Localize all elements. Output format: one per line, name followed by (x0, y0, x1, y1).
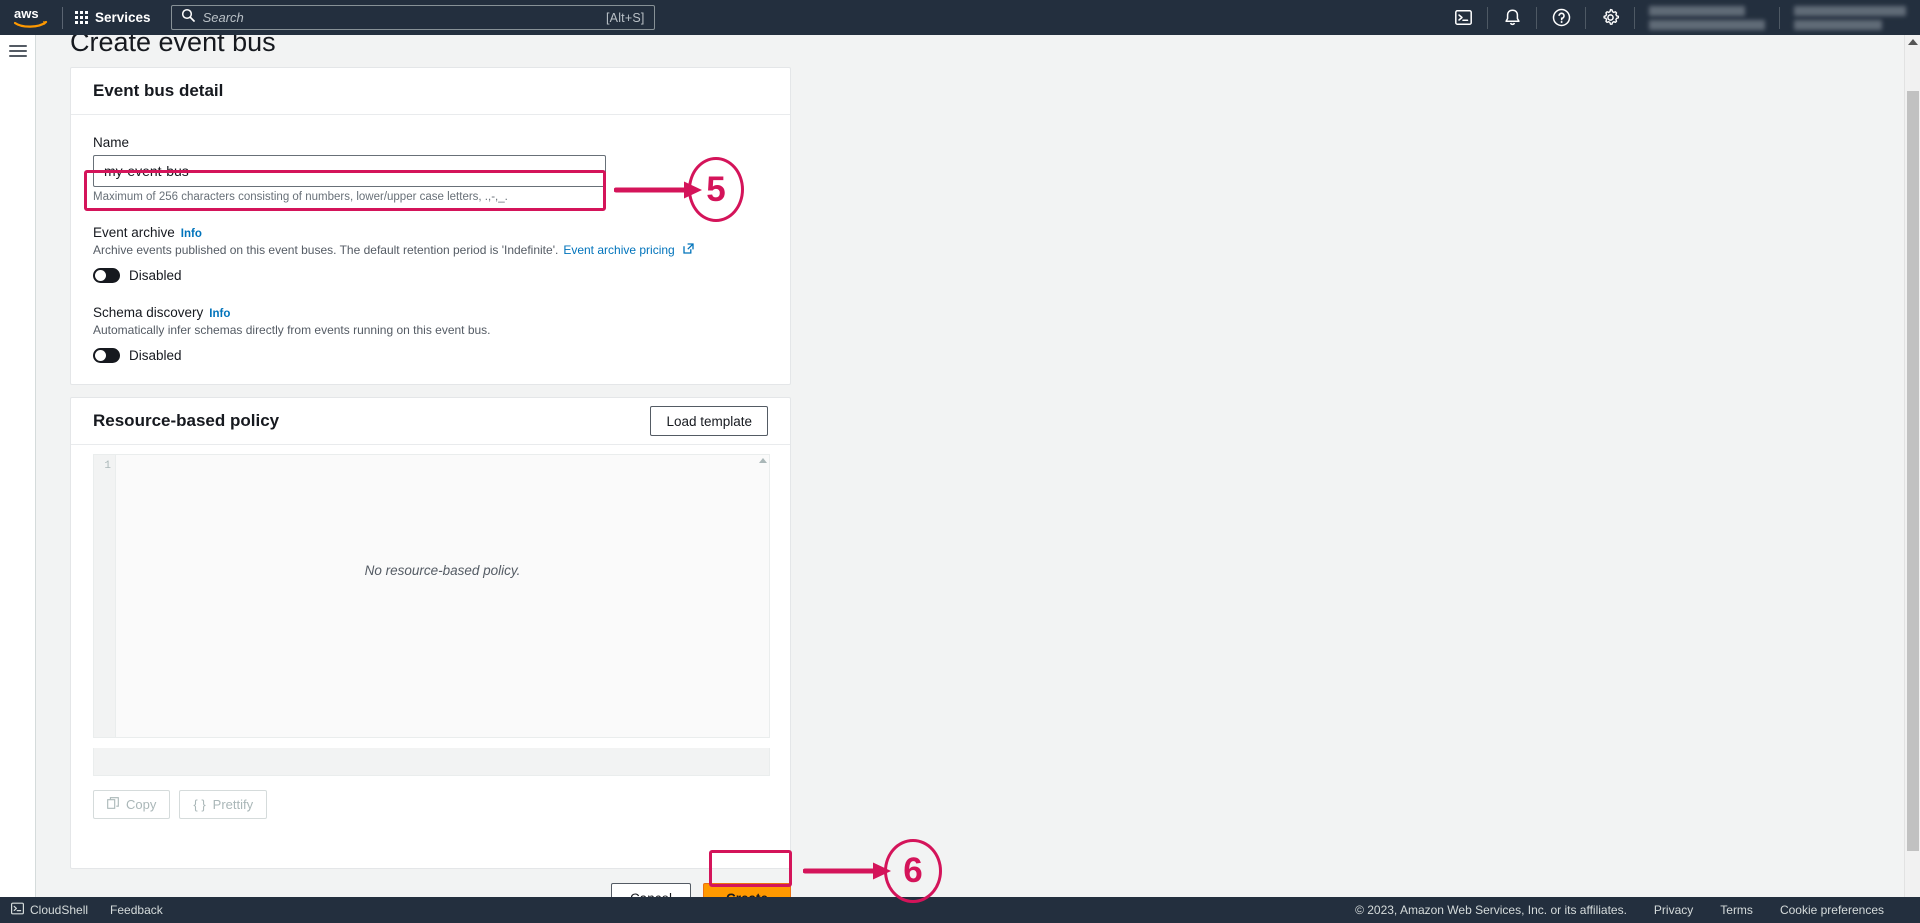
services-menu-button[interactable]: Services (63, 0, 163, 35)
card-title: Event bus detail (93, 81, 224, 100)
main-content-area: Create event bus Event bus detail Name M… (36, 35, 1920, 923)
event-archive-description-text: Archive events published on this event b… (93, 243, 559, 257)
event-archive-pricing-link[interactable]: Event archive pricing (563, 243, 674, 257)
prettify-button[interactable]: { } Prettify (179, 790, 268, 819)
schema-discovery-label: Schema discovery (93, 305, 204, 320)
gutter-line-number: 1 (104, 460, 111, 472)
scrollbar-thumb[interactable] (1907, 91, 1919, 851)
svg-text:aws: aws (14, 7, 39, 21)
search-shortcut-hint: [Alt+S] (605, 10, 645, 25)
top-navigation-bar: aws Services [Alt+S] (0, 0, 1920, 35)
card-body: Name Maximum of 256 characters consistin… (71, 115, 790, 363)
editor-status-bar (93, 748, 770, 776)
toggle-switch-off[interactable] (93, 268, 120, 283)
event-bus-detail-card: Event bus detail Name Maximum of 256 cha… (70, 67, 791, 385)
toggle-switch-off[interactable] (93, 348, 120, 363)
cloudshell-icon (11, 902, 25, 918)
schema-discovery-toggle-state: Disabled (129, 348, 182, 363)
region-menu-button[interactable] (1780, 4, 1920, 32)
bell-icon[interactable] (1488, 0, 1536, 35)
name-field-label: Name (93, 135, 130, 150)
aws-logo[interactable]: aws (0, 7, 62, 29)
cloudshell-icon[interactable] (1439, 0, 1487, 35)
policy-code-editor[interactable]: 1 No resource-based policy. (93, 454, 770, 738)
cookie-preferences-link[interactable]: Cookie preferences (1780, 903, 1884, 917)
copy-label: Copy (126, 797, 157, 812)
name-input[interactable] (93, 155, 606, 187)
copy-icon (107, 797, 119, 812)
event-archive-info-link[interactable]: Info (181, 228, 202, 240)
services-label: Services (95, 10, 151, 25)
terms-link[interactable]: Terms (1720, 903, 1753, 917)
search-icon (181, 8, 195, 27)
prettify-label: Prettify (212, 797, 254, 812)
schema-discovery-description: Automatically infer schemas directly fro… (93, 323, 491, 337)
editor-text-area[interactable]: No resource-based policy. (116, 455, 769, 737)
cloudshell-button[interactable]: CloudShell (11, 902, 88, 918)
account-menu-button[interactable] (1635, 4, 1779, 32)
feedback-button[interactable]: Feedback (110, 903, 163, 917)
name-field-hint: Maximum of 256 characters consisting of … (93, 191, 508, 203)
nav-right-cluster (1439, 0, 1920, 35)
event-archive-toggle[interactable]: Disabled (93, 268, 768, 283)
event-archive-description: Archive events published on this event b… (93, 243, 768, 257)
card-header: Resource-based policy Load template (71, 398, 790, 445)
card-title: Resource-based policy (93, 411, 280, 430)
editor-empty-message: No resource-based policy. (364, 563, 521, 578)
event-archive-toggle-state: Disabled (129, 268, 182, 283)
card-header: Event bus detail (71, 68, 790, 115)
load-template-button[interactable]: Load template (650, 406, 768, 436)
search-input[interactable] (202, 10, 598, 25)
privacy-link[interactable]: Privacy (1654, 903, 1693, 917)
page-scrollbar[interactable] (1904, 35, 1920, 923)
bottom-left-group: CloudShell Feedback (0, 902, 163, 918)
global-search-box[interactable]: [Alt+S] (170, 5, 655, 30)
hamburger-menu-icon[interactable] (9, 45, 27, 57)
schema-discovery-toggle[interactable]: Disabled (93, 348, 768, 363)
scroll-up-arrow-icon[interactable] (1908, 39, 1918, 45)
scroll-up-arrow-icon[interactable] (758, 458, 767, 463)
schema-discovery-label-row: Schema discovery Info (93, 305, 768, 320)
bottom-right-group: © 2023, Amazon Web Services, Inc. or its… (1355, 903, 1920, 917)
resource-based-policy-card: Resource-based policy Load template 1 No… (70, 397, 791, 869)
editor-action-buttons: Copy { } Prettify (93, 790, 268, 819)
left-navigation-rail (0, 35, 36, 923)
editor-line-gutter: 1 (94, 455, 116, 737)
cloudshell-label: CloudShell (30, 903, 89, 917)
gear-icon[interactable] (1586, 0, 1634, 35)
bottom-status-bar: CloudShell Feedback © 2023, Amazon Web S… (0, 897, 1920, 923)
event-archive-label-row: Event archive Info (93, 225, 768, 240)
editor-scrollbar[interactable] (758, 458, 767, 734)
page-title: Create event bus (70, 35, 276, 57)
external-link-icon (683, 243, 694, 257)
braces-icon: { } (193, 797, 206, 812)
copy-button[interactable]: Copy (93, 790, 171, 819)
event-archive-label: Event archive (93, 225, 175, 240)
help-icon[interactable] (1537, 0, 1585, 35)
grid-icon (75, 11, 88, 24)
schema-discovery-info-link[interactable]: Info (209, 308, 230, 320)
copyright-text: © 2023, Amazon Web Services, Inc. or its… (1355, 903, 1627, 917)
